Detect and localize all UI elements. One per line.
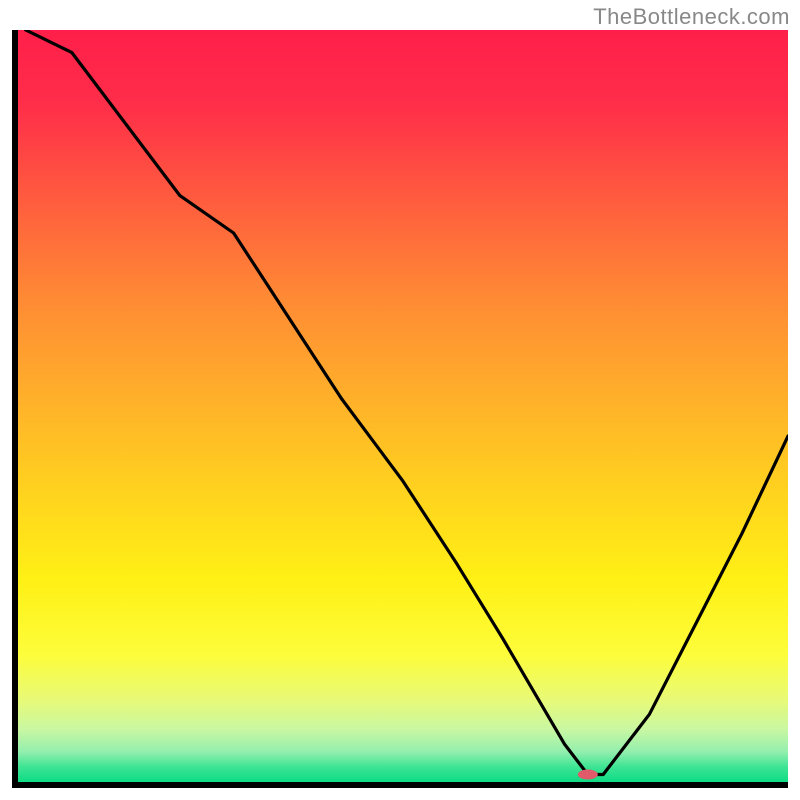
curve-layer (18, 30, 788, 782)
plot-area (12, 30, 788, 788)
optimal-marker (578, 770, 598, 780)
bottleneck-chart: TheBottleneck.com (0, 0, 800, 800)
watermark-text: TheBottleneck.com (593, 4, 790, 30)
bottleneck-curve (26, 30, 788, 775)
